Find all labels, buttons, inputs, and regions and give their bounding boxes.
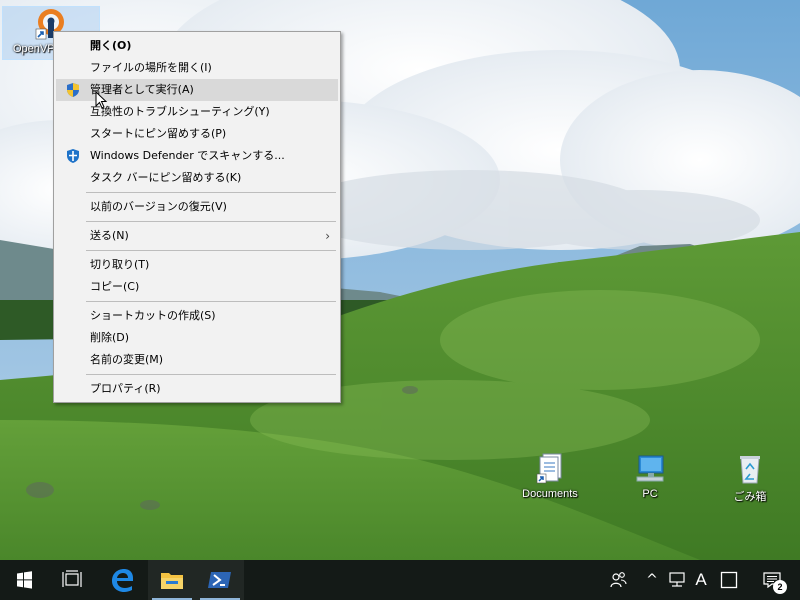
night-light-icon: [720, 571, 738, 589]
menu-item-label: 互換性のトラブルシューティング(Y): [90, 105, 270, 118]
menu-separator: [86, 301, 336, 302]
file-explorer-icon: [161, 573, 183, 589]
edge-icon: [112, 569, 133, 592]
menu-item-label: プロパティ(R): [90, 382, 161, 395]
menu-item-send-to[interactable]: 送る(N) ›: [56, 225, 338, 247]
menu-item-pin-to-start[interactable]: スタートにピン留めする(P): [56, 123, 338, 145]
menu-separator: [86, 374, 336, 375]
menu-item-label: ショートカットの作成(S): [90, 309, 216, 322]
menu-item-delete[interactable]: 削除(D): [56, 327, 338, 349]
menu-item-label: Windows Defender でスキャンする...: [90, 149, 285, 162]
action-center-button[interactable]: 2: [752, 560, 792, 600]
desktop-icon-label: PC: [642, 488, 658, 500]
menu-separator: [86, 192, 336, 193]
menu-item-label: 開く(O): [90, 39, 132, 52]
menu-item-open-file-location[interactable]: ファイルの場所を開く(I): [56, 57, 338, 79]
task-view-icon: [62, 570, 82, 587]
chevron-up-icon: ^: [646, 572, 658, 588]
context-menu: 開く(O) ファイルの場所を開く(I) 管理者として実行(A) 互換性のトラブル…: [53, 31, 341, 403]
network-icon: [669, 572, 685, 587]
desktop-icon-documents[interactable]: Documents: [512, 452, 588, 500]
powershell-icon: [208, 572, 231, 588]
desktop-icon-pc[interactable]: PC: [612, 452, 688, 500]
taskbar-file-explorer[interactable]: [148, 560, 196, 600]
menu-item-label: スタートにピン留めする(P): [90, 127, 227, 140]
pc-icon: [633, 452, 667, 486]
ime-mode-indicator: A: [695, 570, 707, 589]
menu-item-label: 以前のバージョンの復元(V): [90, 200, 227, 213]
ime-mode-button[interactable]: A: [690, 560, 712, 600]
taskbar-powershell[interactable]: [196, 560, 244, 600]
desktop-icon-recycle-bin[interactable]: ごみ箱: [712, 452, 788, 504]
menu-item-properties[interactable]: プロパティ(R): [56, 378, 338, 400]
mouse-cursor-icon: [95, 91, 108, 109]
people-button[interactable]: [604, 560, 632, 600]
menu-item-copy[interactable]: コピー(C): [56, 276, 338, 298]
menu-item-label: 送る(N): [90, 229, 129, 242]
network-button[interactable]: [664, 560, 690, 600]
desktop-icon-label: Documents: [522, 488, 578, 500]
menu-item-restore-previous-versions[interactable]: 以前のバージョンの復元(V): [56, 196, 338, 218]
taskbar: ^ A 2: [0, 560, 800, 600]
menu-item-label: 削除(D): [90, 331, 130, 344]
menu-item-pin-to-taskbar[interactable]: タスク バーにピン留めする(K): [56, 167, 338, 189]
menu-separator: [86, 221, 336, 222]
taskbar-edge[interactable]: [98, 560, 146, 600]
menu-item-defender-scan[interactable]: Windows Defender でスキャンする...: [56, 145, 338, 167]
menu-item-label: 切り取り(T): [90, 258, 150, 271]
chevron-right-icon: ›: [325, 229, 330, 243]
recycle-bin-icon: [733, 452, 767, 486]
menu-item-label: タスク バーにピン留めする(K): [90, 171, 242, 184]
windows-start-icon: [17, 571, 32, 589]
documents-icon: [533, 452, 567, 486]
display-mode-button[interactable]: [716, 560, 742, 600]
task-view-button[interactable]: [48, 560, 96, 600]
uac-shield-icon: [65, 82, 81, 98]
show-hidden-icons-button[interactable]: ^: [642, 560, 662, 600]
defender-icon: [65, 148, 81, 164]
menu-item-rename[interactable]: 名前の変更(M): [56, 349, 338, 371]
menu-separator: [86, 250, 336, 251]
notification-count-badge: 2: [773, 580, 787, 594]
menu-item-label: コピー(C): [90, 280, 140, 293]
menu-item-cut[interactable]: 切り取り(T): [56, 254, 338, 276]
start-button[interactable]: [0, 560, 48, 600]
menu-item-label: ファイルの場所を開く(I): [90, 61, 212, 74]
menu-item-open[interactable]: 開く(O): [56, 35, 338, 57]
people-icon: [610, 572, 627, 588]
menu-item-create-shortcut[interactable]: ショートカットの作成(S): [56, 305, 338, 327]
desktop-icon-label: ごみ箱: [733, 491, 767, 503]
menu-item-label: 名前の変更(M): [90, 353, 164, 366]
